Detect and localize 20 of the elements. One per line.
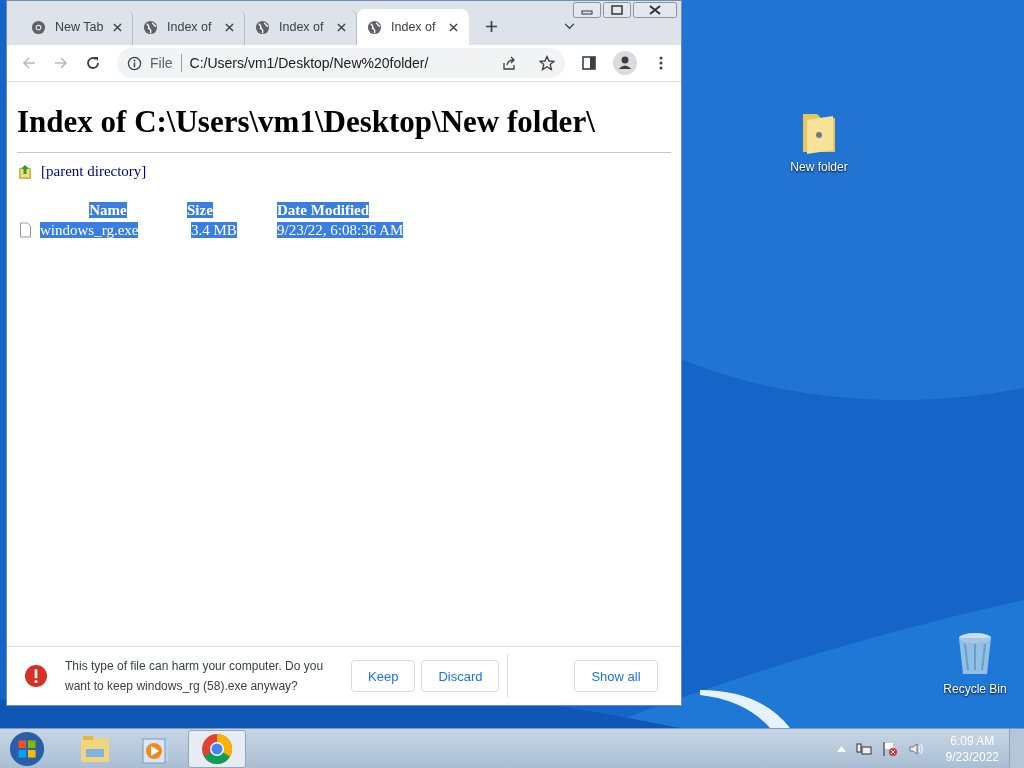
browser-tab[interactable]: Index of <box>133 9 245 45</box>
show-all-button[interactable]: Show all <box>574 660 658 692</box>
column-header[interactable]: Date Modified <box>277 201 370 218</box>
address-bar[interactable]: File C:/Users/vm1/Desktop/New%20folder/ <box>117 48 565 78</box>
table-cell: 3.4 MB <box>191 221 237 238</box>
browser-tab[interactable]: New Tab <box>21 9 133 45</box>
desktop-icon-label[interactable]: Recycle Bin <box>943 682 1007 696</box>
column-header[interactable]: Size <box>187 201 213 218</box>
browser-tab[interactable]: Index of <box>357 9 469 45</box>
desktop-icon-label[interactable]: New folder <box>790 160 848 174</box>
scheme-label: File <box>150 55 173 71</box>
column-header[interactable]: Name <box>89 201 127 218</box>
parent-directory-link[interactable]: [parent directory] <box>41 163 147 180</box>
table-cell: 9/23/22, 6:08:36 AM <box>277 221 404 238</box>
download-action-button[interactable]: Discard <box>421 660 500 692</box>
url-text: C:/Users/vm1/Desktop/New%20folder/ <box>189 55 430 71</box>
file-link[interactable]: windows_rg.exe <box>40 221 139 238</box>
page-heading: Index of C:\Users\vm1\Desktop\New folder\ <box>17 104 596 140</box>
download-action-button[interactable]: Keep <box>351 660 416 692</box>
download-warning-text: This type of file can harm your computer. Do you want to keep windows_rg (58).exe anyway? <box>65 658 325 695</box>
